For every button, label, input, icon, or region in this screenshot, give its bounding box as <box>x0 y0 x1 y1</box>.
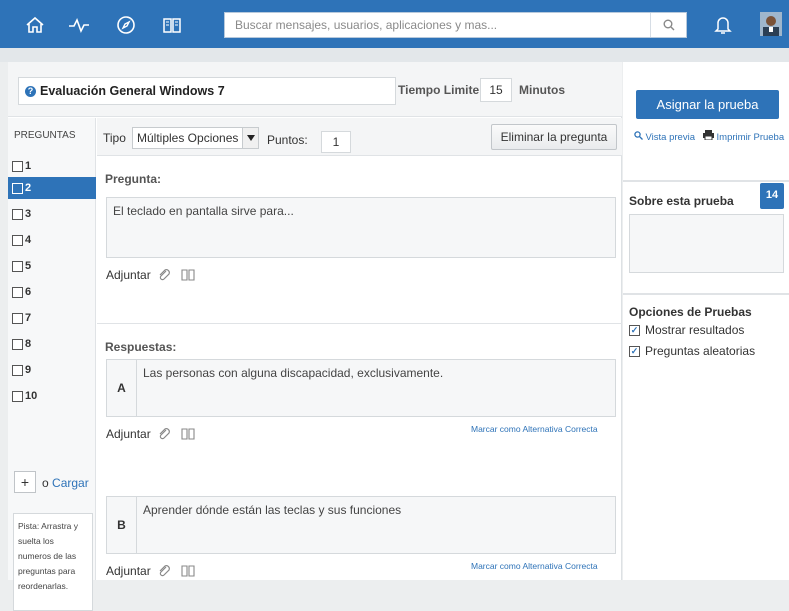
paperclip-icon[interactable] <box>157 564 171 578</box>
load-questions: o Cargar <box>42 476 89 490</box>
attach-row: Adjuntar <box>106 268 195 282</box>
answer-letter: B <box>107 497 137 553</box>
paperclip-icon[interactable] <box>157 268 171 282</box>
print-link[interactable]: Imprimir Prueba <box>717 132 785 143</box>
question-checkbox[interactable] <box>12 286 23 298</box>
type-label: Tipo <box>103 131 126 145</box>
attach-row: Adjuntar <box>106 427 195 441</box>
answers-label: Respuestas: <box>105 340 177 354</box>
checkbox-checked-icon[interactable]: ✓ <box>629 324 640 336</box>
questions-sidebar: PREGUNTAS 1 2 3 4 5 6 7 8 9 10 + o Carga… <box>8 118 96 611</box>
test-header: ? Evaluación General Windows 7 Tiempo Li… <box>8 62 622 117</box>
question-item-8[interactable]: 8 <box>8 333 96 355</box>
option-random-questions[interactable]: ✓ Preguntas aleatorias <box>629 344 755 358</box>
test-title-field[interactable]: ? Evaluación General Windows 7 <box>18 77 396 105</box>
top-navigation-bar <box>0 0 789 48</box>
delete-question-button[interactable]: Eliminar la pregunta <box>491 124 617 150</box>
test-editor: ? Evaluación General Windows 7 Tiempo Li… <box>8 62 622 611</box>
section-divider <box>97 323 622 324</box>
about-badge: 14 <box>760 183 784 209</box>
sub-header-strip <box>0 48 789 62</box>
about-test-label: Sobre esta prueba <box>629 194 734 208</box>
search-input[interactable] <box>225 13 650 37</box>
question-checkbox[interactable] <box>12 338 23 350</box>
attach-label: Adjuntar <box>106 564 151 578</box>
checkbox-checked-icon[interactable]: ✓ <box>629 345 640 357</box>
magnifier-icon <box>634 131 643 140</box>
options-divider <box>623 293 789 295</box>
book-icon[interactable] <box>181 268 195 282</box>
answer-text: Aprender dónde están las teclas y sus fu… <box>143 503 402 517</box>
about-test-textarea[interactable] <box>629 214 784 273</box>
question-checkbox[interactable] <box>12 208 23 220</box>
book-icon[interactable] <box>181 564 195 578</box>
question-item-2[interactable]: 2 <box>8 177 96 199</box>
book-icon[interactable] <box>161 14 183 36</box>
mark-correct-link[interactable]: Marcar como Alternativa Correcta <box>471 561 598 571</box>
attach-label: Adjuntar <box>106 268 151 282</box>
question-item-4[interactable]: 4 <box>8 229 96 251</box>
dropdown-arrow-icon <box>242 128 258 148</box>
option-show-results[interactable]: ✓ Mostrar resultados <box>629 323 744 337</box>
question-textarea[interactable]: El teclado en pantalla sirve para... <box>106 197 616 258</box>
test-title: Evaluación General Windows 7 <box>40 84 225 98</box>
question-checkbox[interactable] <box>12 390 23 402</box>
points-input[interactable]: 1 <box>321 131 351 153</box>
question-label: Pregunta: <box>105 172 162 186</box>
attach-label: Adjuntar <box>106 427 151 441</box>
question-checkbox[interactable] <box>12 234 23 246</box>
question-item-3[interactable]: 3 <box>8 203 96 225</box>
answer-a[interactable]: A Las personas con alguna discapacidad, … <box>106 359 616 417</box>
mark-correct-link[interactable]: Marcar como Alternativa Correcta <box>471 424 598 434</box>
home-icon[interactable] <box>24 14 46 36</box>
question-item-5[interactable]: 5 <box>8 255 96 277</box>
questions-heading: PREGUNTAS <box>14 130 76 141</box>
user-avatar[interactable] <box>760 12 782 36</box>
add-question-button[interactable]: + <box>14 471 36 493</box>
question-item-7[interactable]: 7 <box>8 307 96 329</box>
question-type-select[interactable]: Múltiples Opciones <box>132 127 259 149</box>
question-item-6[interactable]: 6 <box>8 281 96 303</box>
question-checkbox[interactable] <box>12 260 23 272</box>
answer-letter: A <box>107 360 137 416</box>
search-button[interactable] <box>650 13 686 37</box>
paperclip-icon[interactable] <box>157 427 171 441</box>
question-item-10[interactable]: 10 <box>8 385 96 407</box>
answer-b[interactable]: B Aprender dónde están las teclas y sus … <box>106 496 616 554</box>
question-checkbox[interactable] <box>12 182 23 194</box>
sidebar-links: Vista previa Imprimir Prueba <box>631 130 787 145</box>
activity-icon[interactable] <box>68 14 90 36</box>
compass-icon[interactable] <box>115 14 137 36</box>
question-checkbox[interactable] <box>12 160 23 172</box>
reorder-hint: Pista: Arrastra y suelta los numeros de … <box>13 513 93 611</box>
book-icon[interactable] <box>181 427 195 441</box>
answer-text: Las personas con alguna discapacidad, ex… <box>143 366 444 380</box>
search-box <box>224 12 687 38</box>
question-toolbar: Tipo Múltiples Opciones Puntos: 1 Elimin… <box>97 118 622 156</box>
load-link[interactable]: Cargar <box>52 476 89 490</box>
test-sidebar: Asignar la prueba Vista previa Imprimir … <box>623 62 789 580</box>
preview-link[interactable]: Vista previa <box>646 132 695 143</box>
test-options-title: Opciones de Pruebas <box>629 305 752 319</box>
search-icon <box>663 19 674 31</box>
notification-bell-icon[interactable] <box>712 14 734 36</box>
question-item-1[interactable]: 1 <box>8 155 96 177</box>
attach-row: Adjuntar <box>106 564 195 578</box>
time-limit-unit: Minutos <box>519 83 565 97</box>
printer-icon <box>702 130 714 141</box>
question-item-9[interactable]: 9 <box>8 359 96 381</box>
time-limit-label: Tiempo Limite: <box>398 83 484 97</box>
points-label: Puntos: <box>267 133 308 147</box>
assign-test-button[interactable]: Asignar la prueba <box>636 90 779 119</box>
question-checkbox[interactable] <box>12 312 23 324</box>
time-limit-input[interactable]: 15 <box>480 78 512 102</box>
about-test-header: Sobre esta prueba 14 <box>623 180 789 214</box>
question-mark-icon: ? <box>25 85 36 97</box>
question-editor: Tipo Múltiples Opciones Puntos: 1 Elimin… <box>97 118 622 580</box>
question-checkbox[interactable] <box>12 364 23 376</box>
